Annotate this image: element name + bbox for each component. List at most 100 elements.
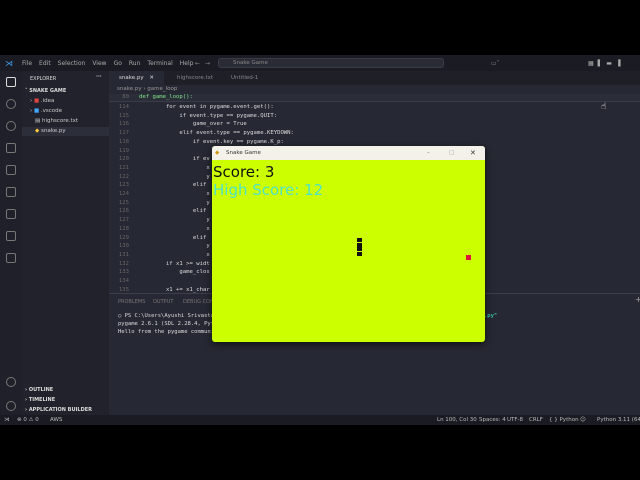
folder-icon: ■ [33, 108, 40, 114]
explorer-sidebar: EXPLORER ··· ˅ SNAKE GAME › ■ .idea › ■ … [22, 71, 109, 415]
explorer-icon[interactable] [6, 77, 16, 87]
section-application-builder[interactable]: › APPLICATION BUILDER [25, 407, 92, 413]
line-number: 133 [118, 269, 129, 276]
section-timeline[interactable]: › TIMELINE [25, 397, 55, 403]
python-icon[interactable] [6, 209, 16, 219]
indentation[interactable]: Spaces: 4 [479, 415, 506, 425]
menu-edit[interactable]: Edit [39, 60, 51, 67]
source-control-icon[interactable] [6, 121, 16, 131]
search-icon[interactable] [6, 99, 16, 109]
more-actions-icon[interactable]: ··· [96, 74, 102, 80]
close-icon: ✕ [149, 75, 154, 81]
code-line: elif event.type == pygame.KEYDOWN: [139, 130, 294, 137]
copilot-status-icon[interactable]: ☺ [580, 415, 586, 425]
line-number: 134 [118, 278, 129, 284]
code-line: game_over = True [139, 121, 247, 128]
account-icon[interactable] [6, 377, 16, 387]
run-debug-icon[interactable] [6, 143, 16, 153]
file-vscode[interactable]: › ■ .vscode [22, 107, 109, 116]
score-label: Score: 3 [213, 163, 275, 181]
file-highscore[interactable]: ▤ highscore.txt [22, 117, 109, 126]
line-number: 118 [118, 138, 129, 145]
command-center-search[interactable]: Snake Game [218, 58, 444, 68]
folder-snake-game[interactable]: ˅ SNAKE GAME [25, 88, 66, 94]
menu-run[interactable]: Run [129, 60, 141, 67]
menu-selection[interactable]: Selection [58, 60, 86, 67]
remote-icon[interactable]: ⋊ [4, 415, 10, 425]
tab-snake-py[interactable]: snake.py ✕ [109, 71, 164, 85]
menu-go[interactable]: Go [114, 60, 122, 67]
minimize-button[interactable]: – [427, 146, 430, 160]
code-line: x [139, 191, 210, 197]
back-icon[interactable]: ← [195, 60, 200, 67]
line-number: 130 [118, 243, 129, 250]
close-button[interactable]: ✕ [470, 146, 476, 160]
line-number: 114 [118, 104, 129, 110]
maximize-button[interactable]: □ [449, 146, 454, 160]
game-title-bar[interactable]: ◆ Snake Game – □ ✕ [212, 146, 485, 160]
line-number: 125 [118, 199, 129, 206]
search-text: Snake Game [233, 60, 268, 66]
menu-terminal[interactable]: Terminal [147, 60, 172, 67]
menu-help[interactable]: Help [180, 60, 194, 67]
snake-segment [357, 242, 362, 247]
code-line: y [139, 217, 210, 224]
extensions-icon[interactable] [6, 165, 16, 175]
line-number: 115 [118, 112, 129, 119]
line-number: 127 [118, 217, 129, 224]
code-line: y [139, 243, 210, 250]
folder-icon: ■ [33, 98, 40, 104]
forward-icon[interactable]: → [205, 60, 210, 67]
layout-icons[interactable]: ▦▌▬▐ [588, 60, 625, 67]
new-terminal-icon[interactable]: + [635, 295, 640, 304]
menu-view[interactable]: View [92, 60, 106, 67]
file-idea[interactable]: › ■ .idea [22, 97, 109, 106]
line-number: 122 [118, 173, 129, 180]
code-line: elif [139, 182, 207, 189]
python-file-icon: ◆ [35, 128, 40, 134]
explorer-header: EXPLORER [30, 76, 57, 82]
sticky-scroll[interactable]: 80 def game_loop(): [109, 94, 640, 102]
problems-count[interactable]: ⊗ 0 ⚠ 0 [17, 415, 39, 425]
python-interpreter[interactable]: Python 3.11 (64-bit) [597, 415, 640, 425]
code-line: y [139, 199, 210, 206]
remote-explorer-icon[interactable] [6, 231, 16, 241]
line-number: 135 [118, 286, 129, 293]
line-number: 119 [118, 147, 129, 154]
code-line: if event.key == pygame.K_p: [139, 138, 284, 145]
line-number: 129 [118, 234, 129, 241]
aws-icon[interactable] [6, 253, 16, 263]
section-outline[interactable]: › OUTLINE [25, 387, 53, 393]
terminal-line: pygame 2.6.1 (SDL 2.28.4, Pyt [118, 321, 215, 327]
snake [357, 238, 362, 256]
breadcrumb[interactable]: snake.py › game_loop [109, 85, 640, 94]
aws-status[interactable]: AWS [50, 415, 62, 425]
line-number: 124 [118, 191, 129, 197]
code-line: if x1 >= widt [139, 260, 210, 267]
status-bar: ⋊ ⊗ 0 ⚠ 0 AWS Ln 100, Col 30 Spaces: 4 U… [0, 415, 640, 425]
code-line: elif [139, 208, 207, 215]
code-line: game_clos [139, 269, 210, 276]
activity-bar [0, 71, 22, 415]
snake-game-window[interactable]: ◆ Snake Game – □ ✕ Score: 3 High Score: … [212, 146, 485, 342]
text-file-icon: ▤ [35, 118, 41, 124]
encoding[interactable]: UTF-8 [507, 415, 523, 425]
menu-file[interactable]: File [22, 60, 32, 67]
snake-segment [357, 247, 362, 251]
tab-problems[interactable]: PROBLEMS [118, 299, 145, 305]
snake-segment [357, 251, 362, 256]
tab-highscore[interactable]: highscore.txt [167, 71, 213, 85]
language-mode[interactable]: { } Python [549, 415, 579, 425]
settings-gear-icon[interactable] [6, 401, 16, 411]
testing-icon[interactable] [6, 187, 16, 197]
copilot-icon[interactable]: ▭˅ [491, 60, 500, 67]
file-snake-py[interactable]: ◆ snake.py [22, 127, 109, 136]
code-line: if event.type == pygame.QUIT: [139, 112, 278, 119]
line-number: 128 [118, 225, 129, 232]
code-line: elif [139, 234, 207, 241]
food [466, 255, 471, 260]
cursor-position[interactable]: Ln 100, Col 30 [437, 415, 477, 425]
tab-untitled[interactable]: Untitled-1 [221, 71, 258, 85]
tab-output[interactable]: OUTPUT [153, 299, 173, 305]
line-ending[interactable]: CRLF [529, 415, 543, 425]
